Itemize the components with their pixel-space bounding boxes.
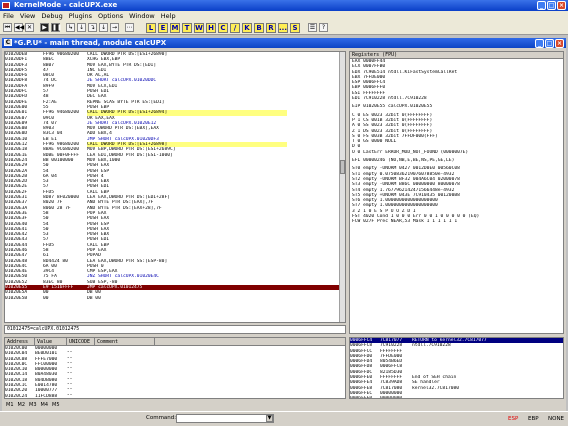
status-ebp: EBP [528, 416, 539, 422]
status-none: NONE [548, 416, 565, 422]
run-trace-button[interactable]: ... [278, 23, 288, 33]
stack-comment [412, 396, 552, 398]
registers-header[interactable]: Registers (FPU) [350, 52, 563, 59]
log-window-button[interactable]: L [146, 23, 156, 33]
info-line: 01012475=calcUPX.01012475 [4, 325, 346, 334]
disasm-instruction: DB 00 [87, 295, 101, 301]
list-icon[interactable]: ☰ [308, 23, 317, 32]
menu-options[interactable]: Options [98, 11, 123, 21]
window-controls: _ □ × [537, 1, 566, 10]
close-icon[interactable]: × [557, 1, 566, 10]
help-icon[interactable]: ? [319, 23, 328, 32]
source-button[interactable]: S [290, 23, 300, 33]
app-title-bar: KernelMode - calcUPX.exe _ □ × [0, 0, 568, 11]
menu-plugins[interactable]: Plugins [69, 11, 92, 21]
command-input[interactable] [176, 414, 274, 423]
stack-value: 00000000 [380, 396, 403, 399]
command-label: Command: [146, 415, 177, 421]
minimize-icon[interactable]: _ [537, 1, 546, 10]
cpu-window: C *G.P.U* - main thread, module calcUPX … [2, 38, 566, 411]
command-bar: Command: ▼ ESP EBP NONE [0, 411, 568, 426]
trace-over-icon[interactable]: ↓ [99, 23, 108, 32]
cpu-maximize-icon[interactable]: □ [545, 39, 554, 48]
registers-pane[interactable]: Registers (FPU) EAX 0000FF44 ECX 0007FFB0… [349, 51, 564, 334]
stop-icon[interactable]: ✕ [25, 23, 34, 32]
tab-m2[interactable]: M2 [18, 401, 26, 409]
stack-row[interactable]: 0006FFF0 00000000 [350, 396, 563, 399]
disassembly-pane[interactable]: 01020DEB FF96 90680200 CALL DWORD PTR DS:[… [4, 51, 346, 323]
tab-m1[interactable]: M1 [6, 401, 14, 409]
tab-m3[interactable]: M3 [29, 401, 37, 409]
menu-window[interactable]: Window [129, 11, 155, 21]
cpu-close-icon[interactable]: × [555, 39, 564, 48]
disasm-address: 01020E5B [5, 295, 28, 301]
menu-bar: File View Debug Plugins Options Window H… [0, 11, 568, 21]
goto-icon[interactable]: ⋯ [125, 23, 134, 32]
dump-col-address[interactable]: Address [5, 338, 35, 345]
breakpoints-button[interactable]: B [254, 23, 264, 33]
scroll-thumb[interactable] [340, 160, 345, 174]
maximize-icon[interactable]: □ [547, 1, 556, 10]
app-title: KernelMode - calcUPX.exe [14, 1, 118, 9]
run-icon[interactable]: ▶ [40, 23, 49, 32]
pause-icon[interactable]: ❚❚ [51, 23, 62, 32]
threads-button[interactable]: T [182, 23, 192, 33]
handles-button[interactable]: H [206, 23, 216, 33]
rewind-icon[interactable]: ◀◀ [14, 23, 24, 32]
toolbar: ⏮ ◀◀ ✕ ▶ ❚❚ ↳ ↓ ↴ ↓ → ⋯ L E M T W H C / … [0, 21, 568, 35]
menu-file[interactable]: File [3, 11, 14, 21]
cpu-window-title: *G.P.U* - main thread, module calcUPX [14, 39, 167, 47]
register-line[interactable]: FCW 027F Prec NEAR,53 Mask 1 1 1 1 1 1 [350, 219, 563, 224]
windows-button[interactable]: W [194, 23, 204, 33]
disasm-hex: 00 [43, 295, 49, 301]
menu-debug[interactable]: Debug [41, 11, 62, 21]
disasm-row[interactable]: 01020E5B 00 DB 00 [5, 296, 345, 301]
dump-header: Address Value UNICODE Comment [5, 338, 345, 346]
restart-icon[interactable]: ⏮ [3, 23, 12, 32]
dump-col-value[interactable]: Value [35, 338, 67, 345]
dump-pane[interactable]: Address Value UNICODE Comment 01020C00 00… [4, 337, 346, 399]
chevron-down-icon[interactable]: ▼ [266, 415, 273, 422]
app-logo-icon [2, 2, 10, 9]
stack-pane[interactable]: 0006FFC4 7C817077 RETURN to kernel32.7C817… [349, 337, 564, 399]
patches-button[interactable]: / [230, 23, 240, 33]
memory-tabs: M1 M2 M3 M4 M5 [4, 401, 124, 409]
tab-m4[interactable]: M4 [41, 401, 49, 409]
trace-into-icon[interactable]: ↴ [88, 23, 97, 32]
menu-help[interactable]: Help [161, 11, 176, 21]
cpu-minimize-icon[interactable]: _ [535, 39, 544, 48]
disassembly-scrollbar[interactable] [339, 52, 345, 322]
cpu-window-icon: C [4, 39, 12, 46]
step-over-icon[interactable]: ↓ [77, 23, 86, 32]
menu-view[interactable]: View [20, 11, 35, 21]
dump-col-unicode[interactable]: UNICODE [67, 338, 95, 345]
execute-till-return-icon[interactable]: → [110, 23, 119, 32]
cpu-window-title-bar: C *G.P.U* - main thread, module calcUPX … [2, 38, 566, 48]
tab-m5[interactable]: M5 [52, 401, 60, 409]
step-into-icon[interactable]: ↳ [66, 23, 75, 32]
status-esp: ESP [508, 416, 519, 422]
dump-col-comment[interactable]: Comment [95, 338, 155, 345]
call-stack-button[interactable]: K [242, 23, 252, 33]
memory-button[interactable]: M [170, 23, 180, 33]
modules-button[interactable]: E [158, 23, 168, 33]
cpu-button[interactable]: C [218, 23, 228, 33]
references-button[interactable]: R [266, 23, 276, 33]
stack-address: 0006FFF0 [350, 396, 373, 399]
cpu-window-controls: _ □ × [535, 39, 564, 48]
